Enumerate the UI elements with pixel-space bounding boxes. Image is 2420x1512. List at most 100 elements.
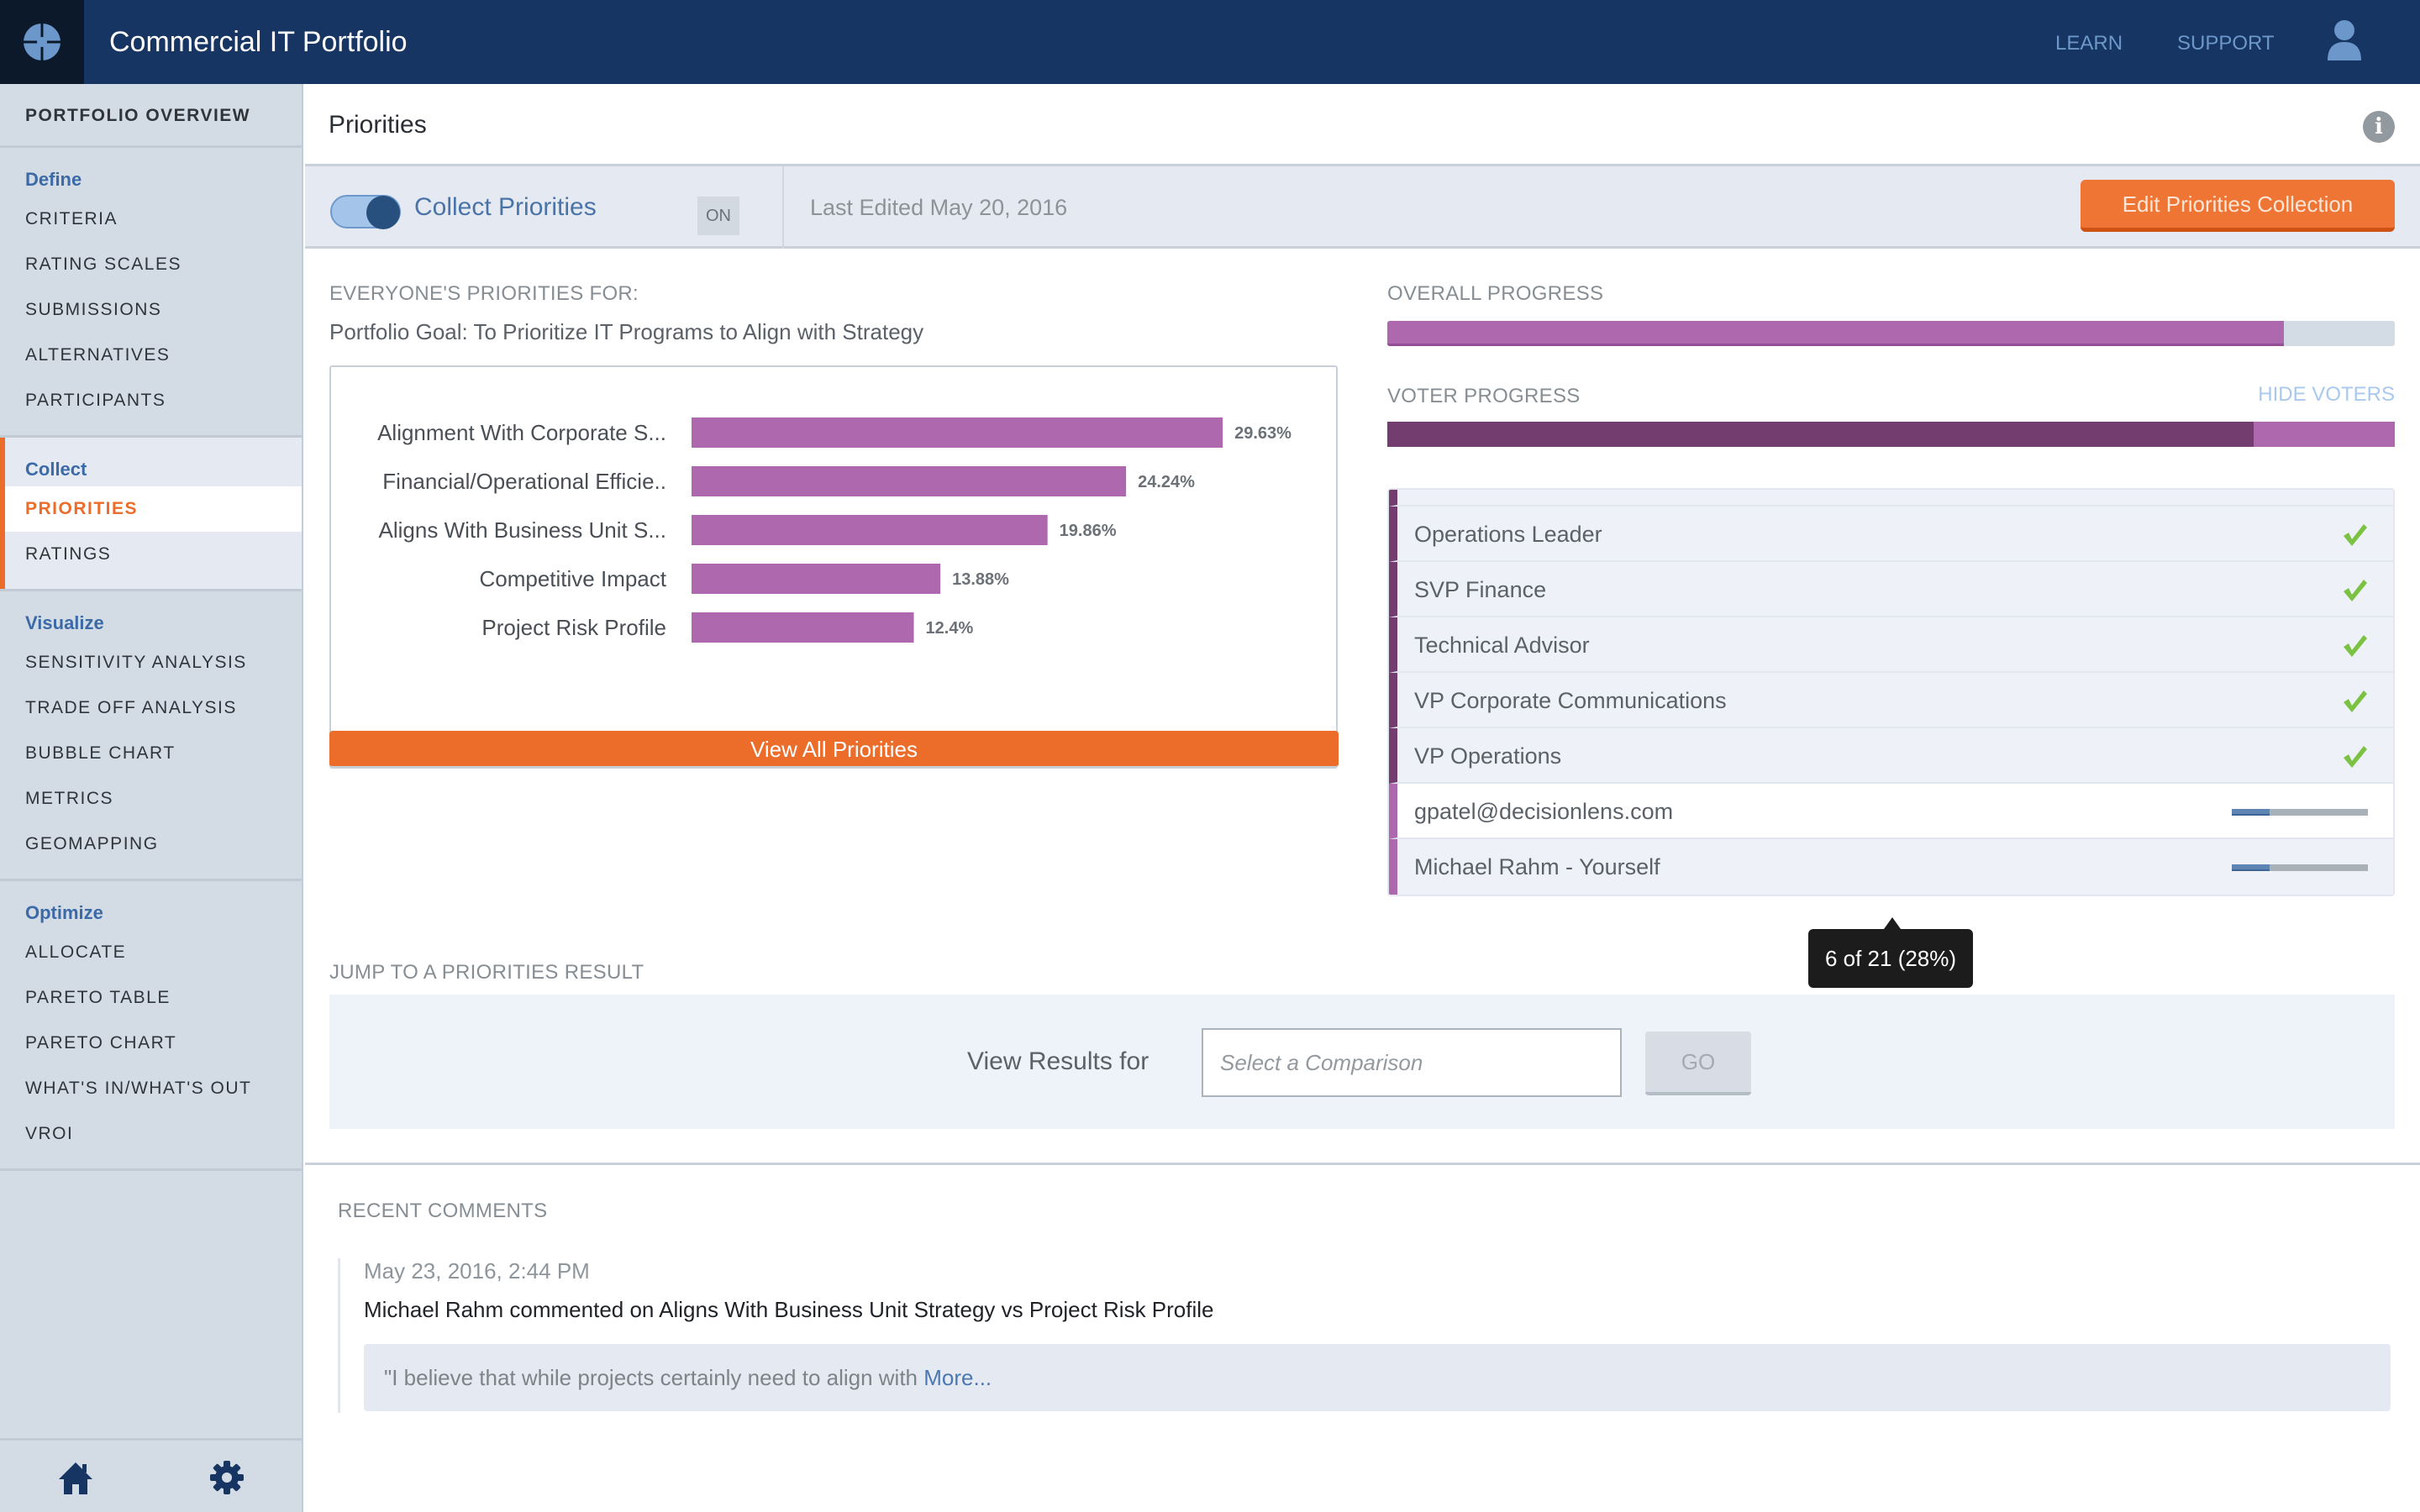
sidebar-heading-visualize: Visualize: [25, 612, 104, 633]
sidebar-item-portfolio-overview[interactable]: PORTFOLIO OVERVIEW: [0, 84, 302, 148]
recent-comments-label: RECENT COMMENTS: [338, 1200, 548, 1222]
voter-list: Operations Leader SVP Finance Technical …: [1387, 488, 2395, 896]
voter-row: Technical Advisor: [1389, 617, 2393, 673]
comparison-select-input[interactable]: [1202, 1028, 1622, 1097]
learn-link[interactable]: LEARN: [2055, 0, 2123, 84]
priority-bar[interactable]: [692, 417, 1223, 448]
comment-summary: Michael Rahm commented on Aligns With Bu…: [364, 1297, 1214, 1322]
priorities-section-label: EVERYONE'S PRIORITIES FOR:: [329, 282, 639, 305]
user-icon[interactable]: [2326, 18, 2363, 62]
sidebar-group-optimize: Optimize ALLOCATE PARETO TABLE PARETO CH…: [0, 881, 302, 1171]
progress-tooltip: 6 of 21 (28%): [1808, 917, 1973, 988]
voter-mini-progress-bar[interactable]: [2232, 809, 2368, 816]
voter-name: Technical Advisor: [1414, 633, 1590, 658]
voter-list-spacer: [1389, 490, 2393, 507]
more-link[interactable]: More...: [923, 1365, 992, 1390]
voter-progress-label: VOTER PROGRESS: [1387, 385, 1581, 407]
priorities-chart-panel: Alignment With Corporate S... 29.63% Finan…: [329, 365, 1338, 769]
sidebar: PORTFOLIO OVERVIEW Define CRITERIA RATIN…: [0, 84, 303, 1512]
priority-bar[interactable]: [692, 612, 914, 643]
voter-progress-bar: [1387, 422, 2395, 447]
sidebar-item-bubble-chart[interactable]: BUBBLE CHART: [0, 731, 302, 776]
home-icon[interactable]: [57, 1459, 94, 1496]
sidebar-item-rating-scales[interactable]: RATING SCALES: [0, 242, 302, 287]
toggle-state-badge: ON: [697, 197, 739, 235]
sidebar-item-vroi[interactable]: VROI: [0, 1111, 302, 1157]
comment-quote: "I believe that while projects certainly…: [364, 1344, 2391, 1411]
voter-row: VP Operations: [1389, 728, 2393, 784]
edit-priorities-collection-button[interactable]: Edit Priorities Collection: [2081, 180, 2395, 232]
sidebar-item-ratings[interactable]: RATINGS: [0, 532, 302, 577]
gear-icon[interactable]: [208, 1459, 245, 1496]
value-label: 24.24%: [1138, 473, 1195, 491]
collect-priorities-toggle[interactable]: [330, 195, 401, 229]
voter-row: Michael Rahm - Yourself: [1389, 839, 2393, 895]
sidebar-item-metrics[interactable]: METRICS: [0, 776, 302, 822]
sidebar-item-sensitivity-analysis[interactable]: SENSITIVITY ANALYSIS: [0, 640, 302, 685]
sidebar-item-allocate[interactable]: ALLOCATE: [0, 930, 302, 975]
support-link[interactable]: SUPPORT: [2177, 0, 2275, 84]
voter-progress-fill: [1387, 422, 2254, 447]
collect-priorities-label: Collect Priorities: [414, 193, 597, 221]
sidebar-group-visualize: Visualize SENSITIVITY ANALYSIS TRADE OFF…: [0, 591, 302, 881]
sidebar-item-trade-off-analysis[interactable]: TRADE OFF ANALYSIS: [0, 685, 302, 731]
category-label: Project Risk Profile: [481, 615, 666, 640]
divider: [782, 166, 784, 249]
app-logo[interactable]: [0, 0, 84, 84]
info-icon[interactable]: i: [2363, 111, 2395, 143]
main-content: Priorities i Collect Priorities ON Last …: [305, 84, 2420, 1512]
priority-bar[interactable]: [692, 466, 1127, 496]
priorities-bar-chart: Alignment With Corporate S... 29.63% Finan…: [377, 417, 1292, 643]
sidebar-item-whats-in-whats-out[interactable]: WHAT'S IN/WHAT'S OUT: [0, 1066, 302, 1111]
page-header: Priorities i: [305, 84, 2420, 166]
priority-bar[interactable]: [692, 564, 941, 594]
value-label: 12.4%: [926, 619, 974, 638]
sidebar-item-alternatives[interactable]: ALTERNATIVES: [0, 333, 302, 378]
voter-name: VP Operations: [1414, 743, 1562, 769]
sidebar-item-submissions[interactable]: SUBMISSIONS: [0, 287, 302, 333]
category-label: Competitive Impact: [479, 566, 666, 591]
page-title: Priorities: [329, 111, 427, 139]
voter-row: gpatel@decisionlens.com: [1389, 784, 2393, 839]
value-label: 19.86%: [1060, 522, 1117, 540]
voter-name: gpatel@decisionlens.com: [1414, 799, 1674, 824]
comment-item: May 23, 2016, 2:44 PM Michael Rahm comme…: [338, 1258, 2391, 1413]
go-button[interactable]: GO: [1645, 1032, 1751, 1095]
overall-progress-fill: [1387, 321, 2285, 346]
priority-bar[interactable]: [692, 515, 1048, 545]
view-all-priorities-button[interactable]: View All Priorities: [329, 731, 1339, 768]
voter-mini-progress-bar[interactable]: [2232, 864, 2368, 871]
collect-priorities-bar: Collect Priorities ON Last Edited May 20…: [305, 166, 2420, 249]
category-label: Aligns With Business Unit S...: [379, 517, 666, 543]
voter-row: Operations Leader: [1389, 507, 2393, 562]
view-results-label: View Results for: [967, 1047, 1150, 1075]
hide-voters-link[interactable]: HIDE VOTERS: [2258, 383, 2395, 407]
last-edited-text: Last Edited May 20, 2016: [810, 195, 1068, 220]
voter-mini-progress-fill: [2232, 809, 2270, 816]
value-label: 29.63%: [1234, 424, 1292, 443]
comment-quote-text: "I believe that while projects certainly…: [384, 1365, 924, 1390]
compass-logo-icon: [23, 23, 61, 61]
sidebar-item-geomapping[interactable]: GEOMAPPING: [0, 822, 302, 867]
jump-to-result-panel: View Results for GO: [329, 995, 2395, 1129]
voter-mini-progress-fill: [2232, 864, 2270, 871]
sidebar-item-pareto-table[interactable]: PARETO TABLE: [0, 975, 302, 1021]
voter-name: Operations Leader: [1414, 522, 1602, 547]
sidebar-group-collect: Collect PRIORITIES RATINGS: [0, 438, 302, 591]
sidebar-item-pareto-chart[interactable]: PARETO CHART: [0, 1021, 302, 1066]
check-icon: [2344, 635, 2367, 657]
sidebar-item-participants[interactable]: PARTICIPANTS: [0, 378, 302, 423]
overall-progress-bar: [1387, 321, 2395, 346]
sidebar-footer: [0, 1438, 302, 1512]
voter-row: SVP Finance: [1389, 562, 2393, 617]
category-label: Alignment With Corporate S...: [377, 420, 666, 445]
check-icon: [2344, 746, 2367, 768]
value-label: 13.88%: [952, 570, 1009, 589]
voter-name: Michael Rahm - Yourself: [1414, 854, 1660, 879]
voter-row: VP Corporate Communications: [1389, 673, 2393, 728]
check-icon: [2344, 580, 2367, 601]
sidebar-item-priorities[interactable]: PRIORITIES: [0, 486, 302, 532]
sidebar-item-criteria[interactable]: CRITERIA: [0, 197, 302, 242]
app-title: Commercial IT Portfolio: [109, 26, 408, 58]
category-label: Financial/Operational Efficie..: [382, 469, 666, 494]
